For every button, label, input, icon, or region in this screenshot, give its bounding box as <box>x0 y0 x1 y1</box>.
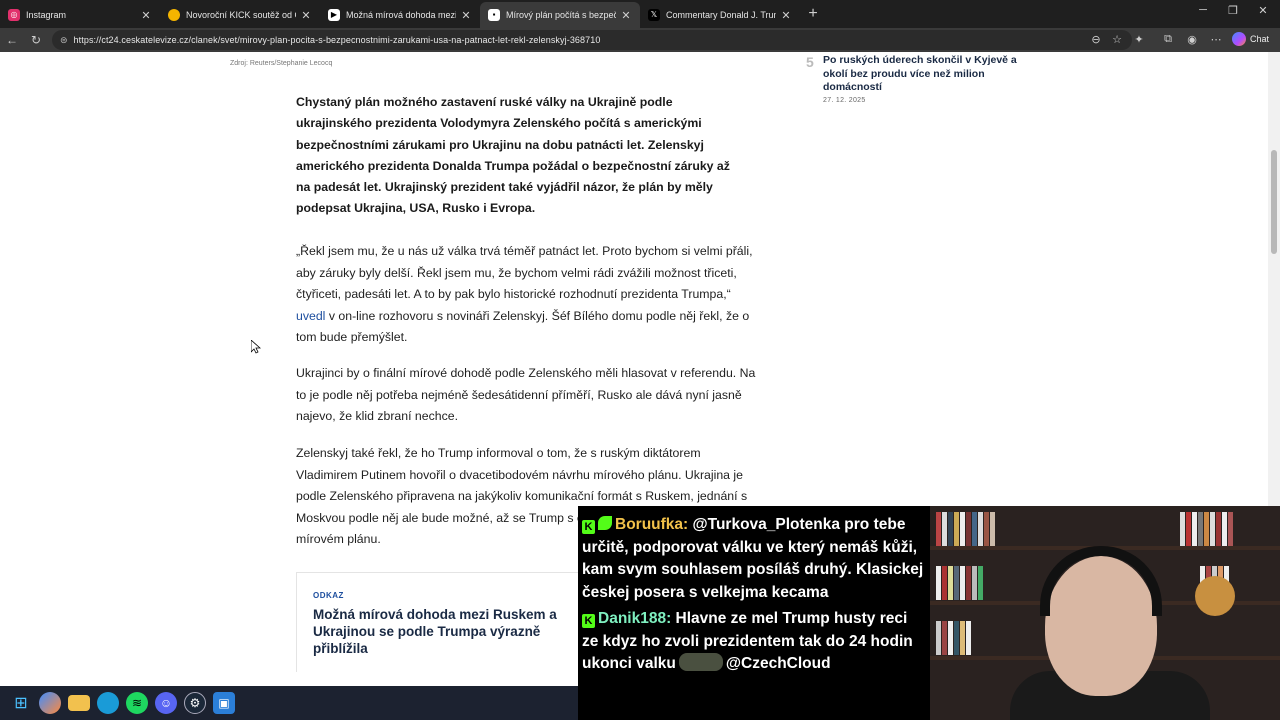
inline-link[interactable]: uvedl <box>296 309 325 323</box>
back-arrow-icon[interactable]: ← <box>0 33 24 47</box>
chat-username: Danik188 <box>598 610 667 627</box>
instagram-icon: ◎ <box>8 9 20 21</box>
windows-taskbar: ⊞ ≋ ☺ ⚙ ▣ <box>0 686 578 720</box>
article-lead: Chystaný plán možného zastavení ruské vá… <box>296 95 730 216</box>
reader-icon[interactable]: ⊖ <box>1088 33 1104 46</box>
refresh-icon[interactable]: ↻ <box>24 33 48 47</box>
tab-title: Mírový plán počítá s bezpečnos <box>506 10 616 20</box>
tab-peace-plan[interactable]: ▪ Mírový plán počítá s bezpečnos ✕ <box>480 2 640 28</box>
chrome-icon <box>168 9 180 21</box>
steam-icon[interactable]: ⚙ <box>184 692 206 714</box>
paragraph-text-end: mírovém plánu. <box>296 532 381 546</box>
copilot-icon[interactable] <box>39 692 61 714</box>
favorite-star-icon[interactable]: ☆ <box>1109 33 1125 46</box>
scrollbar-thumb[interactable] <box>1271 150 1277 254</box>
chat-label: Chat <box>1250 34 1270 44</box>
chat-message: K Boruufka: @Turkova_Plotenka pro tebe ur… <box>582 516 924 601</box>
ct24-icon: ▪ <box>488 9 500 21</box>
sidebar-article-title[interactable]: Po ruských úderech skončil v Kyjevě a ok… <box>823 54 1038 95</box>
close-icon[interactable]: ✕ <box>460 9 472 22</box>
address-bar[interactable]: ⊜ https://ct24.ceskatelevize.cz/clanek/s… <box>52 30 1132 50</box>
headset <box>1040 546 1162 616</box>
copilot-chat-button[interactable]: Chat <box>1232 32 1269 46</box>
subscriber-badge-icon <box>598 516 612 530</box>
new-tab-button[interactable]: + <box>800 2 826 28</box>
tab-title: Commentary Donald J. Trump Pos <box>666 10 776 20</box>
webcam-feed <box>930 506 1280 720</box>
navigation-bar: ← ↻ ⊜ https://ct24.ceskatelevize.cz/clan… <box>0 28 1280 52</box>
sidebar-rank-number: 5 <box>806 54 814 70</box>
link-tag: ODKAZ <box>313 591 344 600</box>
url-text: https://ct24.ceskatelevize.cz/clanek/sve… <box>73 35 601 45</box>
copilot-icon <box>1232 32 1246 46</box>
emote-icon <box>678 653 723 671</box>
ct24-icon: ▶ <box>328 9 340 21</box>
tab-peace-deal[interactable]: ▶ Možná mírová dohoda mezi Ru ✕ <box>320 2 480 28</box>
link-headline[interactable]: Možná mírová dohoda mezi Ruskem a Ukraji… <box>313 606 579 657</box>
profile-avatar-icon[interactable]: ◉ <box>1184 33 1200 46</box>
spotify-icon[interactable]: ≋ <box>126 692 148 714</box>
menu-dots-icon[interactable]: ⋯ <box>1208 33 1224 46</box>
article-paragraph: Ukrajinci by o finální mírové dohodě pod… <box>296 366 756 423</box>
maximize-button[interactable]: ❐ <box>1218 4 1248 17</box>
chat-username: Boruufka <box>615 516 684 533</box>
books <box>936 621 972 655</box>
close-window-button[interactable]: ✕ <box>1248 4 1278 17</box>
chat-mention: @CzechCloud <box>725 655 831 672</box>
file-explorer-icon[interactable] <box>68 695 90 711</box>
books <box>1180 512 1234 546</box>
tab-instagram[interactable]: ◎ Instagram ✕ <box>0 2 160 28</box>
stream-chat-overlay: K Boruufka: @Turkova_Plotenka pro tebe ur… <box>578 506 930 720</box>
article-paragraph: „Řekl jsem mu, že u nás už válka trvá té… <box>296 241 758 349</box>
tab-title: Instagram <box>26 10 67 20</box>
photo-caption: Zdroj: Reuters/Stephanie Lecocq <box>230 60 333 67</box>
tab-kick-contest[interactable]: Novoroční KICK soutěž od CzechC ✕ <box>160 2 320 28</box>
x-icon: 𝕏 <box>648 9 660 21</box>
tab-commentary-x[interactable]: 𝕏 Commentary Donald J. Trump Pos ✕ <box>640 2 800 28</box>
edge-icon[interactable] <box>97 692 119 714</box>
windows-icon[interactable]: ⊞ <box>10 692 32 714</box>
related-link-card[interactable]: ODKAZ Možná mírová dohoda mezi Ruskem a … <box>296 572 596 672</box>
paragraph-text: v on-line rozhovoru s novináři Zelenskyj… <box>296 308 750 345</box>
site-info-icon[interactable]: ⊜ <box>60 35 68 46</box>
close-icon[interactable]: ✕ <box>300 9 312 22</box>
collections-icon[interactable]: ⧉ <box>1160 33 1176 46</box>
app-icon[interactable]: ▣ <box>213 692 235 714</box>
minimize-button[interactable]: ─ <box>1188 4 1218 16</box>
tab-title: Novoroční KICK soutěž od CzechC <box>186 10 296 20</box>
books <box>936 566 984 600</box>
tab-title: Možná mírová dohoda mezi Ru <box>346 10 456 20</box>
close-icon[interactable]: ✕ <box>140 9 152 22</box>
sidebar-article-date: 27. 12. 2025 <box>823 97 866 104</box>
kick-badge-icon: K <box>582 614 595 628</box>
close-icon[interactable]: ✕ <box>780 9 792 22</box>
discord-icon[interactable]: ☺ <box>155 692 177 714</box>
decorative-figure <box>1195 576 1235 616</box>
kick-badge-icon: K <box>582 520 595 534</box>
books <box>936 512 996 546</box>
extensions-icon[interactable]: ✦ <box>1131 33 1147 46</box>
close-icon[interactable]: ✕ <box>620 9 632 22</box>
tab-strip: ◎ Instagram ✕ Novoroční KICK soutěž od C… <box>0 0 1280 28</box>
chat-message: K Danik188: Hlavne ze mel Trump husty rec… <box>582 610 913 672</box>
quote-text: „Řekl jsem mu, že u nás už válka trvá té… <box>296 244 753 301</box>
